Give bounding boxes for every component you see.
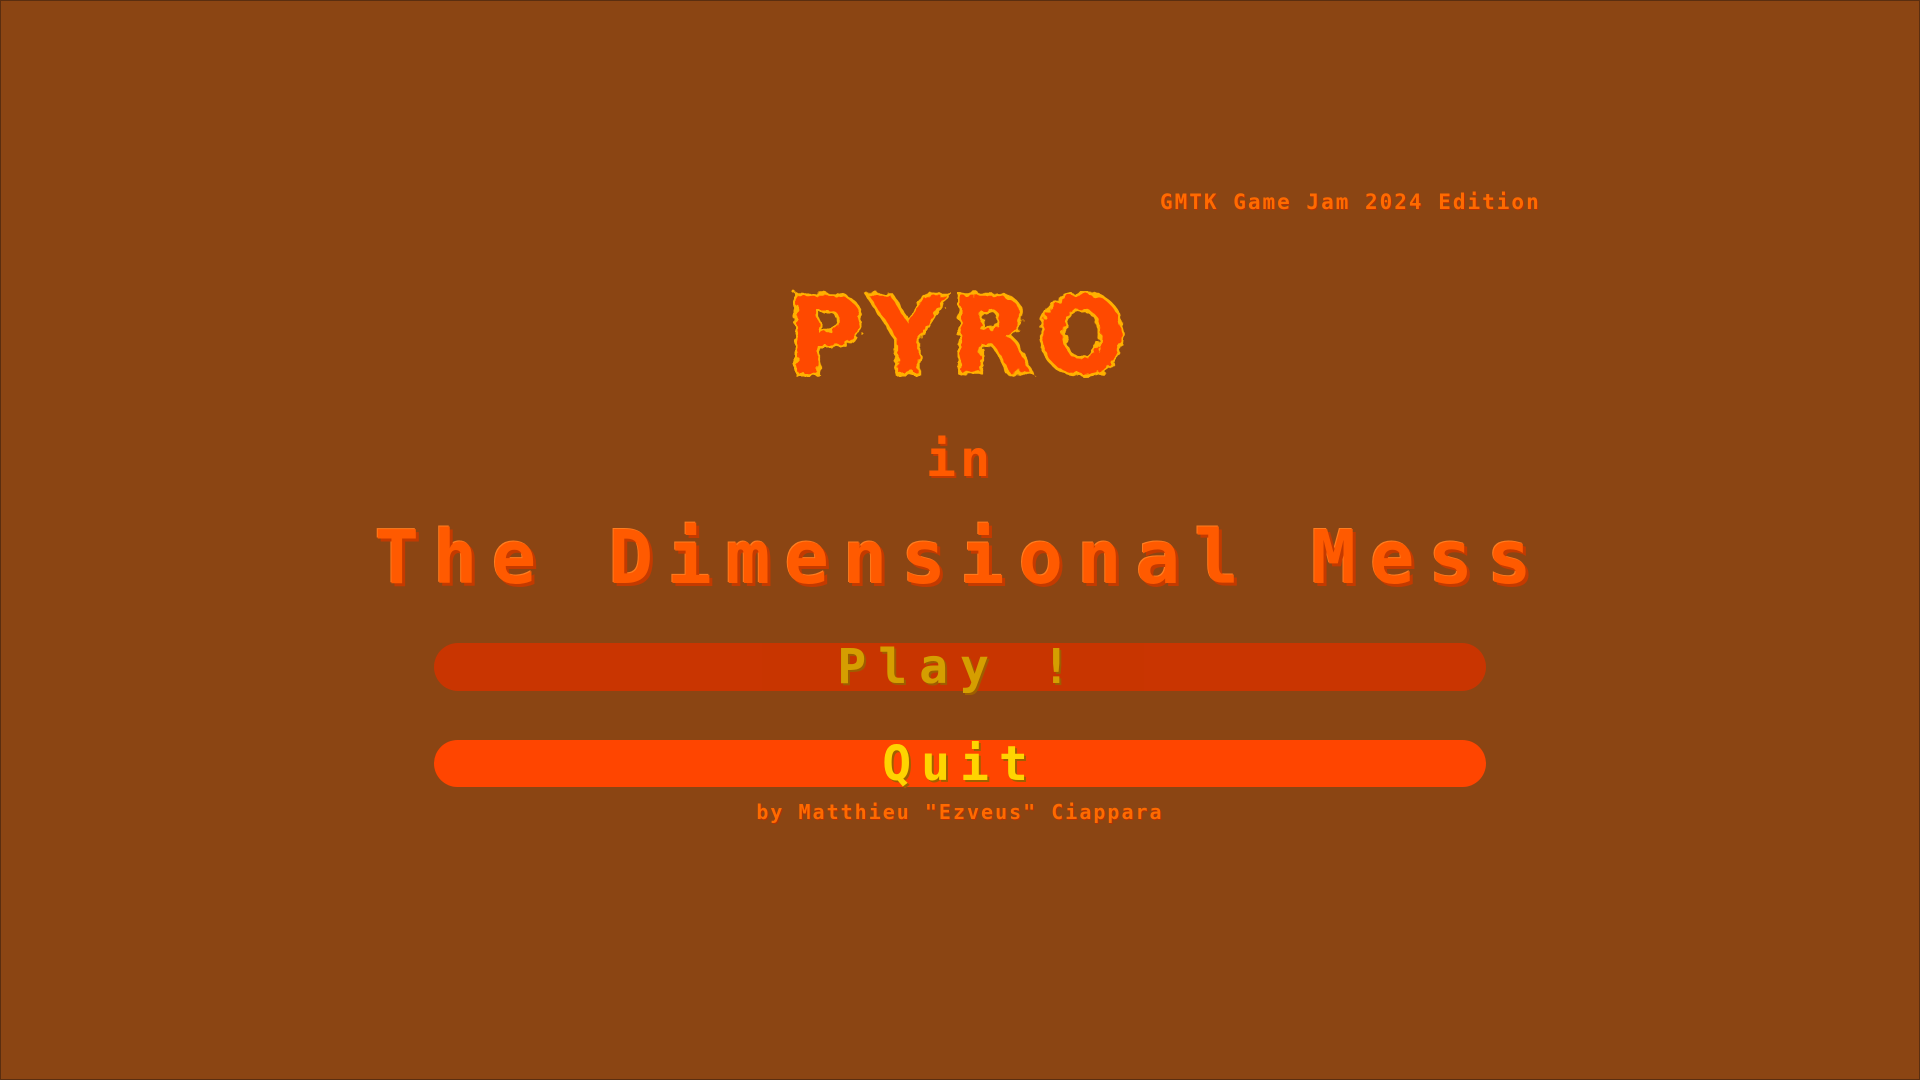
logo-text: PYRO bbox=[790, 280, 1130, 390]
pyro-flame-logo: PYRO PYRO bbox=[790, 280, 1130, 390]
edition-label: GMTK Game Jam 2024 Edition bbox=[1160, 190, 1541, 214]
author-credits: by Matthieu "Ezveus" Ciappara bbox=[756, 800, 1164, 824]
play-button-label: Play ! bbox=[837, 639, 1083, 695]
game-title: The Dimensional Mess bbox=[374, 515, 1546, 601]
play-button[interactable]: Play ! bbox=[434, 639, 1486, 695]
subtitle-in: in bbox=[925, 430, 995, 488]
quit-button[interactable]: Quit bbox=[434, 736, 1486, 792]
quit-button-label: Quit bbox=[882, 735, 1038, 792]
game-logo: PYRO PYRO bbox=[0, 280, 1920, 400]
